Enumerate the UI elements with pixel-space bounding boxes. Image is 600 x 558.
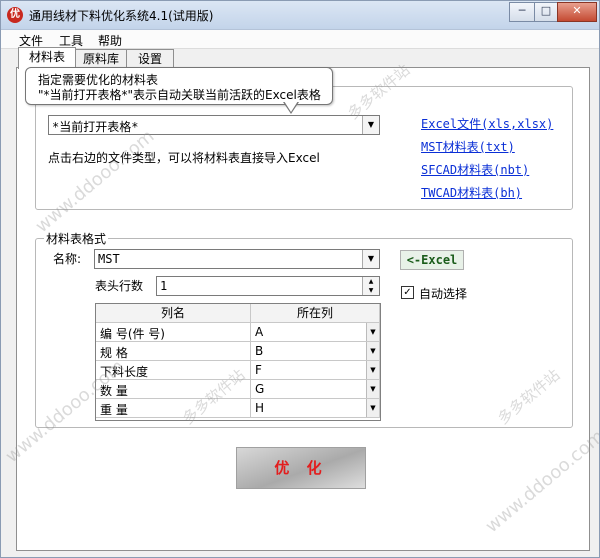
format-name-combo[interactable]: MST ▼ [94, 249, 380, 269]
chevron-down-icon[interactable]: ▼ [366, 380, 379, 398]
tooltip: 指定需要优化的材料表 "*当前打开表格*"表示自动关联当前活跃的Excel表格 [25, 67, 333, 105]
close-button[interactable]: ✕ [557, 2, 597, 22]
tooltip-tail-fill [284, 101, 298, 112]
tab-raw-material-library[interactable]: 原料库 [75, 49, 127, 68]
chevron-down-icon[interactable]: ▼ [362, 116, 379, 134]
chevron-down-icon[interactable]: ▼ [366, 399, 379, 417]
auto-select-checkbox[interactable]: ✓ [401, 286, 414, 299]
table-row-column-select[interactable]: H ▼ [251, 399, 380, 418]
tooltip-line-2: "*当前打开表格*"表示自动关联当前活跃的Excel表格 [38, 88, 321, 102]
format-group-title: 材料表格式 [44, 230, 109, 247]
format-name-value: MST [98, 252, 120, 266]
title-bar[interactable]: 优 通用线材下料优化系统4.1(试用版) ─ □ ✕ [1, 1, 599, 30]
chevron-down-icon[interactable]: ▼ [366, 361, 379, 379]
spin-arrows-icon[interactable]: ▲ ▼ [362, 277, 379, 295]
table-row-name: 编 号(件 号) [96, 323, 251, 342]
table-row-column-select[interactable]: B ▼ [251, 342, 380, 361]
chevron-down-icon[interactable]: ▼ [362, 250, 379, 268]
link-twcad-file[interactable]: TWCAD材料表(bh) [421, 184, 522, 201]
header-rows-value: 1 [160, 279, 168, 293]
table-row-name: 重 量 [96, 399, 251, 418]
table-row-column-select[interactable]: F ▼ [251, 361, 380, 380]
table-row-name: 规 格 [96, 342, 251, 361]
app-logo-icon: 优 [7, 7, 23, 23]
menu-help[interactable]: 帮助 [98, 32, 122, 49]
link-excel-file[interactable]: Excel文件(xls,xlsx) [421, 115, 553, 132]
table-row-column-select[interactable]: A ▼ [251, 323, 380, 342]
minimize-button[interactable]: ─ [509, 2, 535, 22]
table-row-name: 下料长度 [96, 361, 251, 380]
chevron-down-icon[interactable]: ▼ [366, 342, 379, 360]
link-sfcad-file[interactable]: SFCAD材料表(nbt) [421, 161, 529, 178]
material-list-combo[interactable]: *当前打开表格* ▼ [48, 115, 380, 135]
chevron-down-icon[interactable]: ▼ [366, 323, 379, 341]
import-instruction: 点击右边的文件类型，可以将材料表直接导入Excel [48, 151, 320, 165]
optimize-button[interactable]: 优 化 [236, 447, 366, 489]
tab-material-list[interactable]: 材料表 [18, 47, 76, 69]
window-title: 通用线材下料优化系统4.1(试用版) [29, 9, 214, 23]
maximize-button[interactable]: □ [534, 2, 558, 22]
table-header-column-position: 所在列 [251, 304, 380, 323]
menu-bar: 文件 工具 帮助 [1, 30, 599, 49]
header-rows-spinner[interactable]: 1 ▲ ▼ [156, 276, 380, 296]
header-rows-label: 表头行数 [95, 279, 144, 293]
app-window: 优 通用线材下料优化系统4.1(试用版) ─ □ ✕ 文件 工具 帮助 材料表 … [0, 0, 600, 558]
table-row-column-select[interactable]: G ▼ [251, 380, 380, 399]
auto-select-label: 自动选择 [419, 287, 468, 301]
tab-settings[interactable]: 设置 [126, 49, 174, 68]
name-label: 名称: [53, 252, 82, 266]
table-row-name: 数 量 [96, 380, 251, 399]
column-mapping-table: 列名 所在列 编 号(件 号) A ▼ 规 格 B ▼ 下料长度 F ▼ 数 量 G ▼… [95, 303, 381, 421]
material-list-combo-value: *当前打开表格* [52, 120, 139, 134]
from-excel-button[interactable]: <-Excel [400, 250, 464, 270]
link-mst-file[interactable]: MST材料表(txt) [421, 138, 515, 155]
table-header-column-name: 列名 [96, 304, 251, 323]
